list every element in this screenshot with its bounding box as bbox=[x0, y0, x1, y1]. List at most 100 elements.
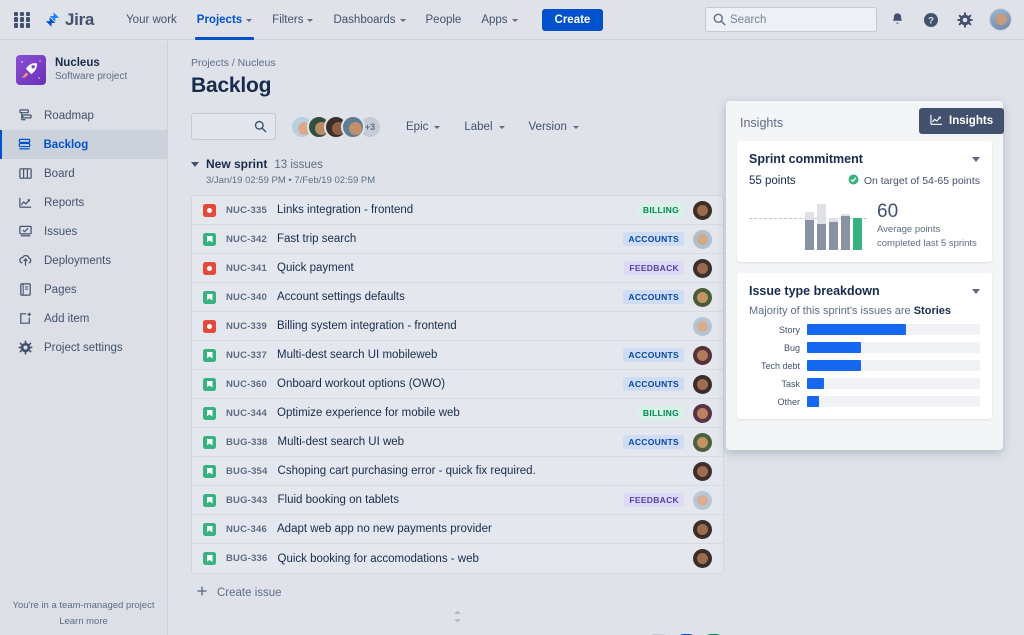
collapse-sprint-chevron-icon[interactable] bbox=[191, 162, 199, 167]
issue-summary[interactable]: Adapt web app no new payments provider bbox=[277, 523, 492, 535]
sidebar-item-issues[interactable]: Issues bbox=[0, 217, 167, 246]
avatar[interactable] bbox=[693, 229, 712, 249]
issue-key[interactable]: NUC-337 bbox=[226, 350, 267, 361]
table-row[interactable]: NUC-344 Optimize experience for mobile we… bbox=[192, 399, 723, 428]
avatar[interactable] bbox=[693, 519, 712, 539]
epic-chip[interactable]: FEEDBACK bbox=[624, 261, 684, 275]
table-row[interactable]: NUC-342 Fast trip search ACCOUNTS bbox=[192, 225, 723, 254]
sidebar-item-add-item[interactable]: Add item bbox=[0, 304, 167, 333]
epic-chip[interactable]: BILLING bbox=[637, 406, 684, 420]
project-header[interactable]: Nucleus Software project bbox=[0, 41, 167, 95]
avatar[interactable] bbox=[693, 432, 712, 452]
issue-key[interactable]: BUG-354 bbox=[226, 466, 268, 477]
table-row[interactable]: BUG-336 Quick booking for accomodations -… bbox=[192, 544, 723, 573]
apps-grid-icon[interactable] bbox=[14, 11, 30, 28]
issue-key[interactable]: BUG-338 bbox=[226, 437, 268, 448]
epic-chip[interactable]: BILLING bbox=[637, 203, 684, 217]
story-type-icon bbox=[203, 464, 216, 478]
issue-key[interactable]: BUG-336 bbox=[226, 553, 268, 564]
issue-summary[interactable]: Optimize experience for mobile web bbox=[277, 407, 460, 419]
issue-key[interactable]: NUC-360 bbox=[226, 379, 267, 390]
issue-key[interactable]: NUC-335 bbox=[226, 205, 267, 216]
avatar[interactable] bbox=[693, 461, 712, 481]
label-filter[interactable]: Label bbox=[464, 121, 505, 133]
issue-summary[interactable]: Quick payment bbox=[277, 262, 354, 274]
issue-summary[interactable]: Billing system integration - frontend bbox=[277, 320, 457, 332]
avatar[interactable] bbox=[341, 114, 365, 139]
issue-key[interactable]: NUC-344 bbox=[226, 408, 267, 419]
issue-summary[interactable]: Quick booking for accomodations - web bbox=[278, 553, 479, 565]
chevron-down-icon[interactable] bbox=[972, 288, 980, 294]
settings-gear-icon[interactable] bbox=[951, 6, 979, 34]
epic-chip[interactable]: ACCOUNTS bbox=[623, 232, 684, 246]
issue-summary[interactable]: Multi-dest search UI mobileweb bbox=[277, 349, 437, 361]
table-row[interactable]: BUG-343 Fluid booking on tablets FEEDBACK bbox=[192, 486, 723, 515]
sidebar-item-backlog[interactable]: Backlog bbox=[0, 130, 167, 159]
issue-summary[interactable]: Cshoping cart purchasing error - quick f… bbox=[278, 465, 536, 477]
table-row[interactable]: NUC-346 Adapt web app no new payments pro… bbox=[192, 515, 723, 544]
nav-people[interactable]: People bbox=[416, 0, 472, 40]
issue-key[interactable]: BUG-343 bbox=[226, 495, 268, 506]
issue-summary[interactable]: Onboard workout options (OWO) bbox=[277, 378, 445, 390]
table-row[interactable]: NUC-341 Quick payment FEEDBACK bbox=[192, 254, 723, 283]
user-avatar[interactable] bbox=[989, 8, 1012, 31]
avatar[interactable] bbox=[693, 287, 712, 307]
jira-logo[interactable]: Jira bbox=[44, 10, 94, 30]
sidebar-item-reports[interactable]: Reports bbox=[0, 188, 167, 217]
avatar[interactable] bbox=[693, 374, 712, 394]
breadcrumb[interactable]: Projects / Nucleus bbox=[191, 57, 1024, 69]
table-row[interactable]: NUC-337 Multi-dest search UI mobileweb ACC… bbox=[192, 341, 723, 370]
avatar[interactable] bbox=[693, 316, 712, 336]
table-row[interactable]: NUC-335 Links integration - frontend BILLI… bbox=[192, 196, 723, 225]
search-input[interactable] bbox=[730, 13, 876, 26]
sidebar-item-project-settings[interactable]: Project settings bbox=[0, 333, 167, 362]
issue-key[interactable]: NUC-339 bbox=[226, 321, 267, 332]
issue-summary[interactable]: Multi-dest search UI web bbox=[278, 436, 405, 448]
panel-resize-handle[interactable] bbox=[191, 610, 724, 623]
issue-summary[interactable]: Fluid booking on tablets bbox=[278, 494, 399, 506]
notification-bell-icon[interactable] bbox=[883, 6, 911, 34]
global-search[interactable] bbox=[705, 7, 877, 32]
epic-filter[interactable]: Epic bbox=[406, 121, 441, 133]
issue-key[interactable]: NUC-346 bbox=[226, 524, 267, 535]
avatar[interactable] bbox=[693, 258, 712, 278]
avatar[interactable] bbox=[693, 490, 712, 510]
epic-chip[interactable]: ACCOUNTS bbox=[623, 377, 684, 391]
sidebar-item-roadmap[interactable]: Roadmap bbox=[0, 101, 167, 130]
issue-key[interactable]: NUC-342 bbox=[226, 234, 267, 245]
issue-key[interactable]: NUC-341 bbox=[226, 263, 267, 274]
nav-projects[interactable]: Projects bbox=[187, 0, 262, 40]
version-filter[interactable]: Version bbox=[529, 121, 579, 133]
create-button[interactable]: Create bbox=[541, 8, 604, 31]
nav-your-work[interactable]: Your work bbox=[116, 0, 187, 40]
issue-summary[interactable]: Links integration - frontend bbox=[277, 204, 413, 216]
table-row[interactable]: NUC-360 Onboard workout options (OWO) ACCO… bbox=[192, 370, 723, 399]
nav-dashboards[interactable]: Dashboards bbox=[323, 0, 415, 40]
backlog-search-input[interactable] bbox=[191, 113, 276, 140]
epic-chip[interactable]: ACCOUNTS bbox=[623, 435, 684, 449]
learn-more-link[interactable]: Learn more bbox=[0, 616, 167, 627]
chevron-down-icon[interactable] bbox=[972, 156, 980, 162]
nav-apps[interactable]: Apps bbox=[471, 0, 527, 40]
table-row[interactable]: BUG-338 Multi-dest search UI web ACCOUNTS bbox=[192, 428, 723, 457]
nav-filters[interactable]: Filters bbox=[262, 0, 323, 40]
insights-toggle-button[interactable]: Insights bbox=[919, 108, 1005, 134]
avatar[interactable] bbox=[693, 403, 712, 423]
issue-summary[interactable]: Account settings defaults bbox=[277, 291, 405, 303]
avatar[interactable] bbox=[693, 345, 712, 365]
sidebar-item-pages[interactable]: Pages bbox=[0, 275, 167, 304]
help-icon[interactable]: ? bbox=[917, 6, 945, 34]
epic-chip[interactable]: FEEDBACK bbox=[624, 493, 684, 507]
issue-key[interactable]: NUC-340 bbox=[226, 292, 267, 303]
epic-chip[interactable]: ACCOUNTS bbox=[623, 290, 684, 304]
sidebar-item-deployments[interactable]: Deployments bbox=[0, 246, 167, 275]
table-row[interactable]: NUC-340 Account settings defaults ACCOUNTS bbox=[192, 283, 723, 312]
table-row[interactable]: NUC-339 Billing system integration - fron… bbox=[192, 312, 723, 341]
issue-summary[interactable]: Fast trip search bbox=[277, 233, 356, 245]
avatar[interactable] bbox=[693, 549, 712, 568]
create-issue-button[interactable]: Create issue bbox=[191, 585, 1024, 600]
epic-chip[interactable]: ACCOUNTS bbox=[623, 348, 684, 362]
avatar[interactable] bbox=[693, 200, 712, 220]
sidebar-item-board[interactable]: Board bbox=[0, 159, 167, 188]
table-row[interactable]: BUG-354 Cshoping cart purchasing error - … bbox=[192, 457, 723, 486]
